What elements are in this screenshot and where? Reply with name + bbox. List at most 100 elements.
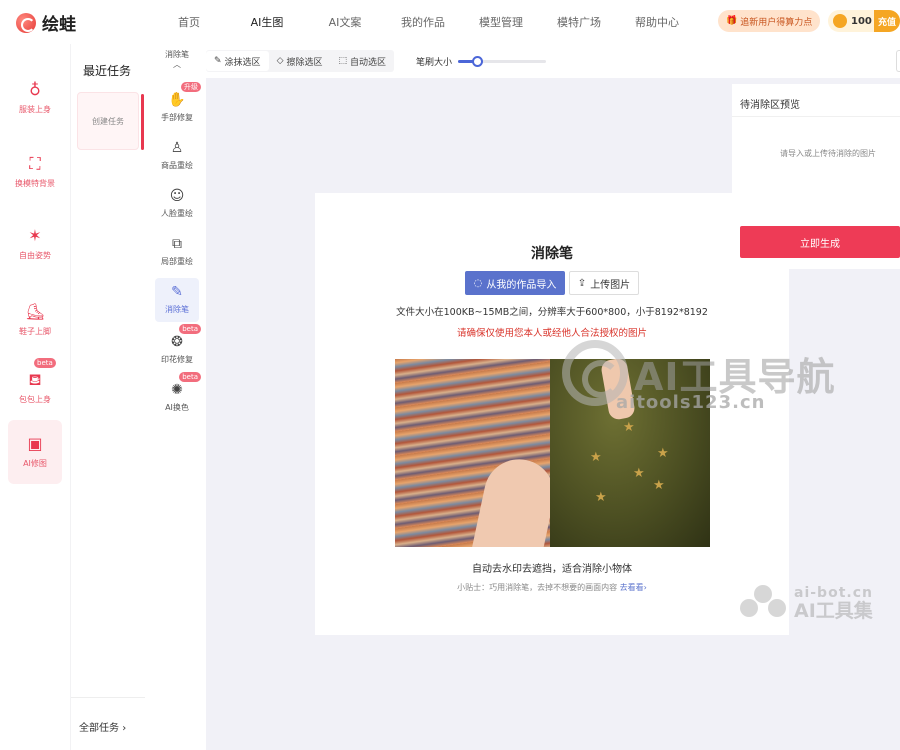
nav-model-square[interactable]: 模特广场 bbox=[540, 14, 618, 30]
auto-selection-label: 自动选区 bbox=[350, 57, 387, 68]
import-button-label: 从我的作品导入 bbox=[486, 279, 557, 291]
star-icon: ★ bbox=[657, 446, 669, 461]
tool-partial-redraw[interactable]: ⧉ 局部重绘 bbox=[155, 230, 199, 274]
main-nav: 首页 AI生图 AI文案 我的作品 模型管理 模特广场 帮助中心 bbox=[150, 0, 696, 44]
star-icon: ★ bbox=[595, 490, 607, 505]
sidebar-item-label: 包包上身 bbox=[19, 394, 51, 404]
tool-label: 印花修复 bbox=[161, 355, 193, 364]
tool-ai-recolor[interactable]: beta ✺ AI换色 bbox=[155, 372, 201, 420]
left-sidebar: ♁ 服装上身 ⛶ 换模特背景 ✶ 自由姿势 ⛸ 鞋子上脚 beta ⛾ 包包上身… bbox=[0, 44, 70, 750]
beta-badge: beta bbox=[179, 324, 201, 334]
watermark-bot-icon bbox=[740, 585, 788, 621]
import-from-works-button[interactable]: ◌ 从我的作品导入 bbox=[465, 271, 565, 295]
tip-link-label: 去看看 bbox=[619, 583, 644, 592]
tool-hand-repair[interactable]: 升级 ✋ 手部修复 bbox=[155, 82, 201, 130]
sidebar-item-ai-retouch[interactable]: ▣ AI修图 bbox=[8, 420, 62, 484]
sidebar-item-model-background[interactable]: ⛶ 换模特背景 bbox=[8, 140, 62, 204]
erase-selection-button[interactable]: ◇ 擦除选区 bbox=[269, 51, 331, 71]
auto-selection-button[interactable]: ⬚ 自动选区 bbox=[331, 51, 395, 71]
nav-home[interactable]: 首页 bbox=[150, 14, 228, 30]
paint-selection-label: 涂抹选区 bbox=[224, 57, 261, 68]
top-navigation-bar: 绘蛙 首页 AI生图 AI文案 我的作品 模型管理 模特广场 帮助中心 🎁 追新… bbox=[0, 0, 900, 44]
recharge-button[interactable]: 充值 bbox=[873, 10, 900, 32]
portrait-icon: ⛶ bbox=[29, 153, 41, 173]
recent-tasks-panel: 最近任务 创建任务 全部任务 › bbox=[70, 44, 145, 750]
divider bbox=[71, 697, 145, 698]
selection-toolbar: ✎ 涂抹选区 ◇ 擦除选区 ⬚ 自动选区 笔刷大小 bbox=[206, 50, 547, 72]
nav-my-works[interactable]: 我的作品 bbox=[384, 14, 462, 30]
sidebar-item-label: 鞋子上脚 bbox=[19, 326, 51, 336]
tip-link[interactable]: 去看看› bbox=[620, 583, 647, 592]
upload-button-label: 上传图片 bbox=[590, 279, 631, 291]
bag-icon: ⛾ bbox=[28, 369, 42, 389]
beta-badge: beta bbox=[34, 358, 56, 368]
watermark-url: aitools123.cn bbox=[616, 392, 766, 413]
print-icon: ❂ bbox=[171, 334, 183, 350]
paint-selection-button[interactable]: ✎ 涂抹选区 bbox=[206, 51, 269, 71]
tool-label: 局部重绘 bbox=[161, 257, 193, 266]
nav-help-center[interactable]: 帮助中心 bbox=[618, 14, 696, 30]
upload-card: 消除笔 ◌ 从我的作品导入 ⇪ 上传图片 文件大小在100KB~15MB之间，分… bbox=[315, 193, 789, 635]
loading-icon: ◌ bbox=[473, 277, 483, 289]
tool-face-redraw[interactable]: ☺ 人脸重绘 bbox=[155, 182, 199, 226]
nav-model-manage[interactable]: 模型管理 bbox=[462, 14, 540, 30]
brush-size-label: 笔刷大小 bbox=[416, 57, 453, 68]
upload-icon: ⇪ bbox=[577, 277, 587, 289]
chevron-right-icon: › bbox=[122, 723, 127, 734]
tools-collapse[interactable]: 消除笔 ︿ bbox=[153, 50, 201, 70]
coin-icon bbox=[833, 14, 847, 28]
tool-product-redraw[interactable]: ♙ 商品重绘 bbox=[155, 134, 199, 178]
active-indicator bbox=[141, 94, 144, 150]
dress-icon: ♁ bbox=[29, 79, 41, 99]
preview-title: 待消除区预览 bbox=[740, 100, 800, 111]
partial-icon: ⧉ bbox=[172, 236, 182, 252]
sidebar-item-free-pose[interactable]: ✶ 自由姿势 bbox=[8, 212, 62, 276]
chevron-up-icon: ︿ bbox=[173, 60, 181, 69]
sidebar-item-label: 换模特背景 bbox=[15, 178, 55, 188]
slider-handle[interactable] bbox=[472, 55, 484, 67]
nav-ai-image[interactable]: AI生图 bbox=[228, 14, 306, 30]
tool-eraser-pen[interactable]: ✎ 消除笔 bbox=[155, 278, 199, 322]
gift-icon: 🎁 bbox=[726, 16, 738, 26]
image-edit-icon: ▣ bbox=[27, 433, 43, 453]
chevron-right-icon: › bbox=[643, 583, 647, 592]
sidebar-item-bag[interactable]: beta ⛾ 包包上身 bbox=[8, 356, 62, 420]
tool-label: AI换色 bbox=[165, 403, 189, 412]
sidebar-item-clothing[interactable]: ♁ 服装上身 bbox=[8, 66, 62, 130]
tool-label: 商品重绘 bbox=[161, 161, 193, 170]
coin-balance: 100 充值 bbox=[828, 10, 900, 32]
brush-size-slider[interactable] bbox=[458, 55, 547, 67]
logo-icon bbox=[16, 12, 36, 33]
file-requirements: 文件大小在100KB~15MB之间，分辨率大于600*800，小于8192*81… bbox=[396, 307, 708, 318]
star-icon: ★ bbox=[590, 450, 602, 465]
panel-toggle[interactable] bbox=[896, 50, 900, 72]
all-tasks-link[interactable]: 全部任务 › bbox=[79, 719, 126, 734]
tool-label: 人脸重绘 bbox=[161, 209, 193, 218]
upload-image-button[interactable]: ⇪ 上传图片 bbox=[569, 271, 639, 295]
generate-button[interactable]: 立即生成 bbox=[740, 226, 900, 258]
promo-badge[interactable]: 🎁 追新用户得算力点 bbox=[718, 10, 821, 32]
brush-icon: ✎ bbox=[214, 56, 222, 66]
tip-label: 小贴士：巧用消除笔，去掉不想要的画面内容 bbox=[457, 583, 618, 592]
face-icon: ☺ bbox=[169, 188, 185, 204]
upgrade-badge: 升级 bbox=[181, 82, 201, 92]
sidebar-item-shoes[interactable]: ⛸ 鞋子上脚 bbox=[8, 288, 62, 352]
eraser-icon: ◇ bbox=[276, 56, 284, 66]
shirt-icon: ♙ bbox=[170, 140, 184, 156]
tool-label: 手部修复 bbox=[161, 113, 193, 122]
card-title: 消除笔 bbox=[531, 246, 573, 262]
watermark-bot-name: AI工具集 bbox=[794, 599, 873, 622]
create-task-card[interactable]: 创建任务 bbox=[77, 92, 139, 150]
star-icon: ★ bbox=[653, 478, 665, 493]
watermark-bot-url: ai-bot.cn bbox=[794, 584, 873, 601]
sidebar-item-label: 服装上身 bbox=[19, 104, 51, 114]
coin-count: 100 bbox=[851, 15, 872, 27]
hand-icon: ✋ bbox=[168, 92, 186, 108]
palette-icon: ✺ bbox=[171, 382, 183, 398]
app-logo[interactable]: 绘蛙 bbox=[16, 10, 76, 35]
brush-size-control: 笔刷大小 bbox=[416, 55, 547, 68]
nav-ai-copy[interactable]: AI文案 bbox=[306, 14, 384, 30]
recent-tasks-title: 最近任务 bbox=[83, 64, 132, 78]
tool-print-repair[interactable]: beta ❂ 印花修复 bbox=[155, 324, 201, 372]
erase-selection-label: 擦除选区 bbox=[286, 57, 323, 68]
